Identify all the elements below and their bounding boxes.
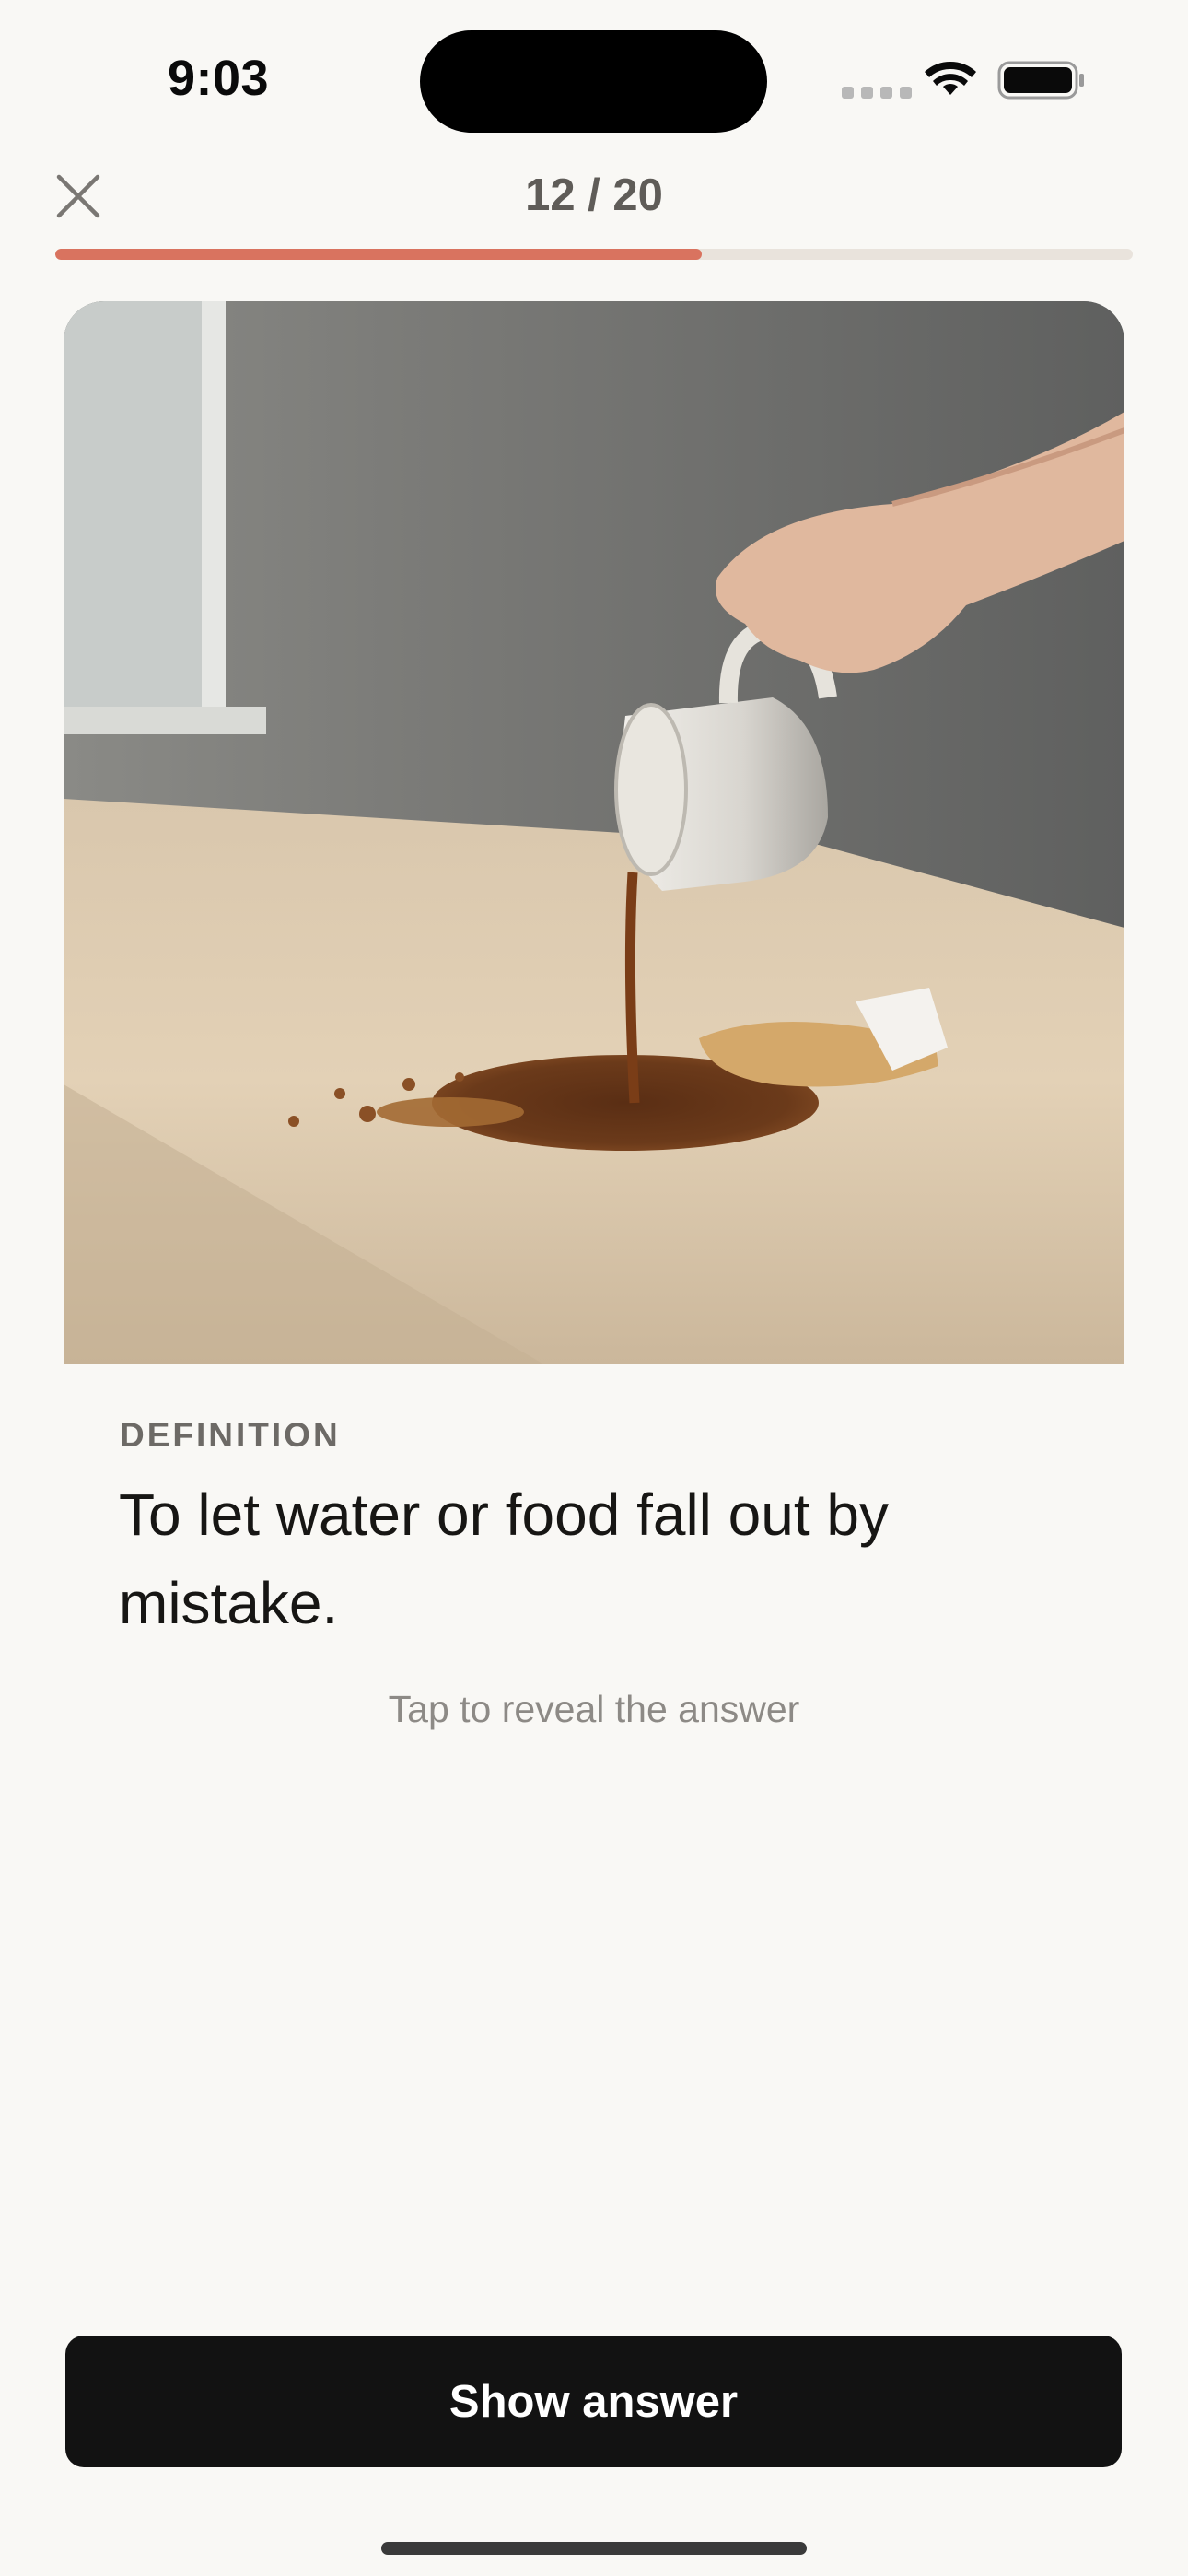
battery-icon — [997, 61, 1084, 100]
home-indicator[interactable] — [381, 2542, 807, 2555]
definition-label: DEFINITION — [120, 1416, 341, 1454]
status-time: 9:03 — [168, 51, 270, 106]
reveal-answer-hint[interactable]: Tap to reveal the answer — [0, 1688, 1188, 1731]
flashcard-screen: 9:03 12 / 20 DEFINITION To let water or … — [0, 0, 1188, 2576]
definition-text: To let water or food fall out by mistake… — [119, 1481, 889, 1636]
progress-bar — [55, 249, 1133, 260]
close-button[interactable] — [48, 166, 109, 227]
progress-bar-fill — [55, 249, 702, 260]
card-image — [64, 301, 1124, 1364]
cellular-signal-icon — [842, 87, 912, 99]
progress-counter: 12 / 20 — [525, 170, 663, 220]
coffee-spill-photo — [64, 301, 1124, 1364]
dynamic-island — [420, 30, 767, 133]
close-icon — [56, 174, 100, 218]
show-answer-button[interactable]: Show answer — [65, 2336, 1122, 2467]
wifi-icon — [925, 61, 976, 95]
